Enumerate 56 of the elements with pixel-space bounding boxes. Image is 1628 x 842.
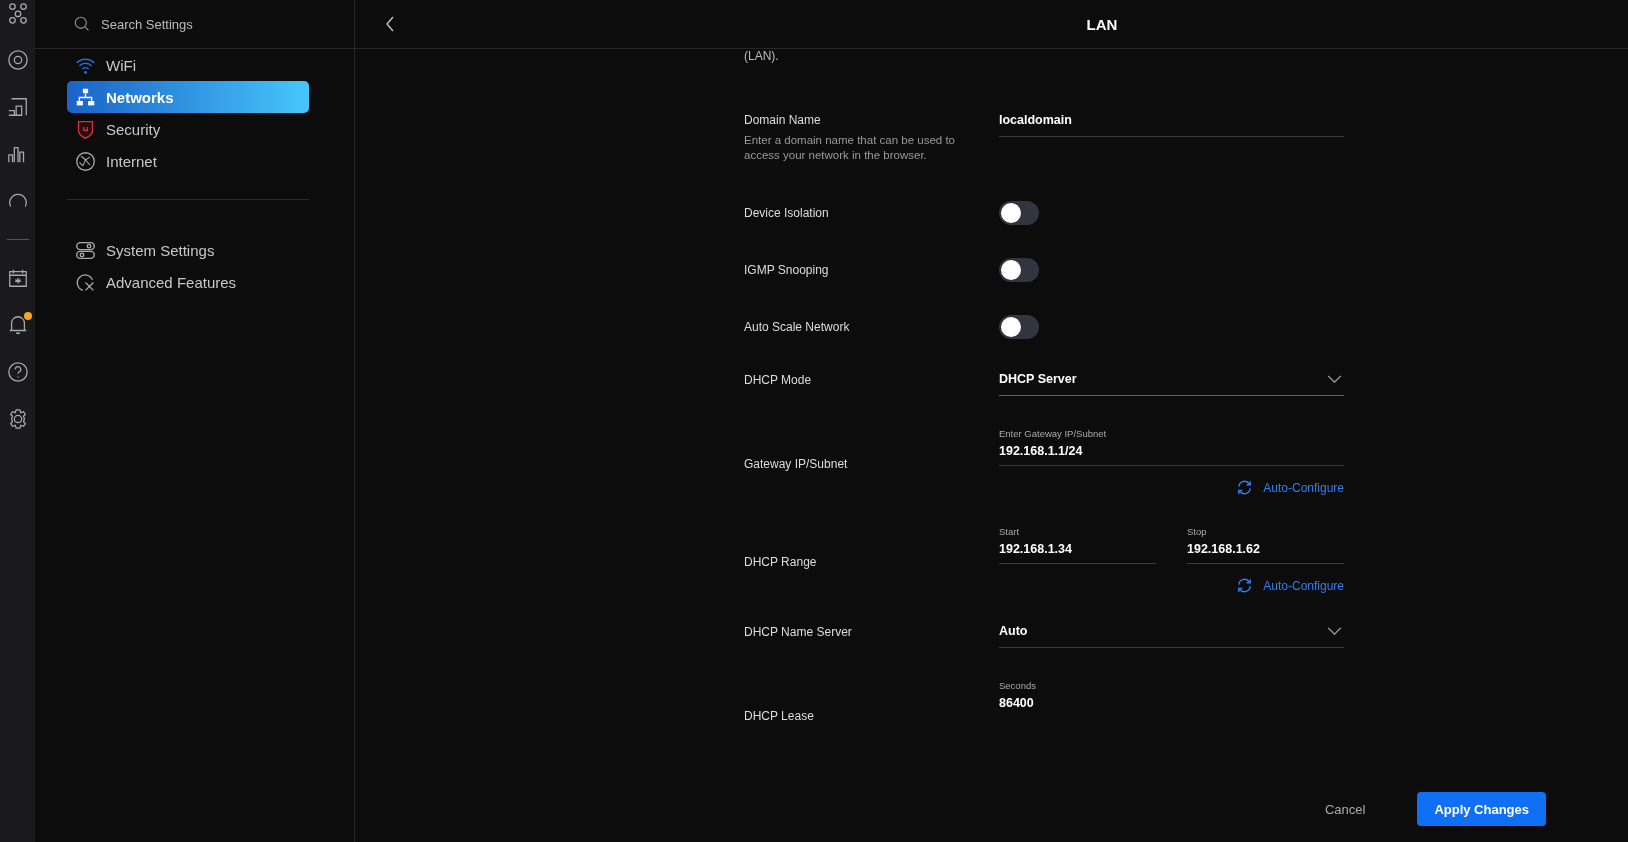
target-icon[interactable] — [6, 49, 29, 71]
page-title: LAN — [1085, 15, 1119, 33]
help-icon[interactable] — [6, 361, 29, 383]
field-label: Domain Name — [744, 113, 822, 127]
text-field[interactable]: Enter Gateway IP/Subnet 192.168.1.1/24 — [999, 428, 1344, 466]
field-label: DHCP Lease — [744, 709, 815, 723]
cancel-button[interactable]: Cancel — [1318, 800, 1372, 818]
field-caption: Stop — [1187, 526, 1208, 537]
chevron-left-icon — [385, 16, 395, 32]
refresh-icon — [1236, 577, 1254, 594]
sidebar-item[interactable]: Security — [67, 113, 309, 145]
search-field[interactable]: Search Settings — [99, 15, 303, 33]
sidebar-item[interactable]: Internet — [67, 145, 309, 177]
shield-icon — [75, 118, 96, 140]
auto-configure-link[interactable]: Auto-Configure — [1236, 577, 1344, 594]
globe-icon — [75, 150, 96, 172]
text-field[interactable]: localdomain — [999, 113, 1344, 137]
field-label: Auto Scale Network — [744, 320, 851, 334]
dropdown[interactable]: Auto — [999, 624, 1344, 648]
sidebar-item[interactable]: System Settings — [67, 234, 309, 266]
field-label: DHCP Name Server — [744, 625, 853, 639]
chevron-down-icon — [1327, 626, 1342, 636]
field-caption: Enter Gateway IP/Subnet — [999, 428, 1108, 439]
field-label: IGMP Snooping — [744, 263, 830, 277]
text-field[interactable]: Seconds 86400 — [999, 680, 1344, 717]
toggle-switch[interactable] — [999, 315, 1039, 339]
field-label: Gateway IP/Subnet — [744, 457, 849, 471]
refresh-icon — [1236, 479, 1254, 496]
field-value: 192.168.1.62 — [1187, 542, 1261, 556]
sidebar-item[interactable]: WiFi — [67, 49, 309, 81]
toggle-switch[interactable] — [999, 201, 1039, 225]
field-label: DHCP Range — [744, 555, 818, 569]
field-value: 86400 — [999, 696, 1035, 710]
text-field[interactable]: Start 192.168.1.34 — [999, 526, 1156, 564]
network-icon — [75, 86, 96, 108]
topology-icon[interactable] — [6, 2, 29, 24]
field-caption: Start — [999, 526, 1021, 537]
toggles-icon — [75, 239, 96, 261]
field-value: 192.168.1.1/24 — [999, 444, 1084, 458]
field-value: 192.168.1.34 — [999, 542, 1073, 556]
sidebar-item[interactable]: Advanced Features — [67, 266, 309, 298]
text-field[interactable]: Stop 192.168.1.62 — [1187, 526, 1344, 564]
field-label: Device Isolation — [744, 206, 830, 220]
devices-icon[interactable] — [6, 96, 29, 118]
auto-configure-link[interactable]: Auto-Configure — [1236, 479, 1344, 496]
field-caption: Seconds — [999, 680, 1037, 691]
description-text: (LAN). — [744, 49, 780, 63]
sidebar-item[interactable]: Networks — [67, 81, 309, 113]
chevron-down-icon — [1327, 374, 1342, 384]
help-text: Enter a domain name that can be used to access your network in the browser. — [744, 133, 956, 163]
toggle-switch[interactable] — [999, 258, 1039, 282]
calendar-icon[interactable] — [6, 267, 29, 289]
dropdown[interactable]: DHCP Server — [999, 372, 1344, 396]
apply-button[interactable]: Apply Changes — [1417, 792, 1546, 826]
search-icon — [74, 15, 91, 33]
field-label: DHCP Mode — [744, 373, 813, 387]
